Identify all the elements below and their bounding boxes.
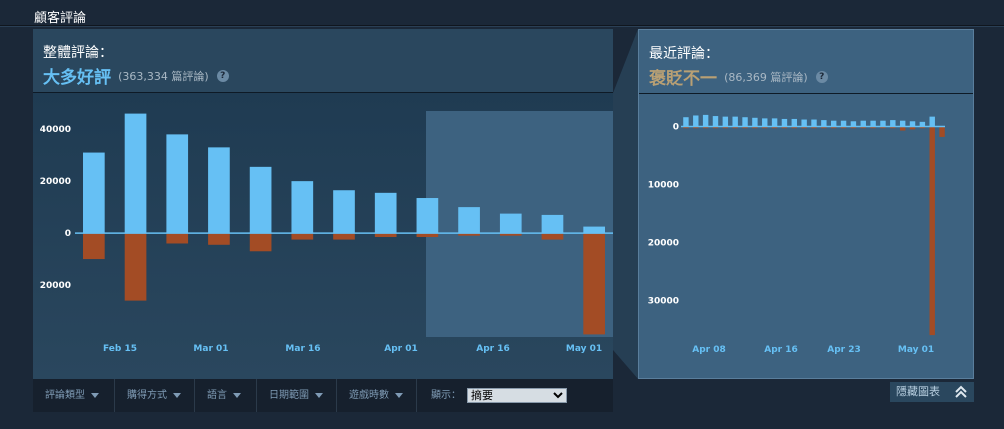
recent-positive-bar[interactable] — [722, 116, 729, 127]
recent-y-tick-label: 10000 — [648, 180, 679, 190]
hide-graph-button[interactable]: 隱藏圖表 — [890, 382, 974, 402]
recent-positive-bar[interactable] — [712, 116, 719, 127]
caret-down-icon — [315, 392, 323, 398]
display-select[interactable]: 摘要 — [467, 388, 567, 403]
recent-reviews-panel: 最近評論： 褒貶不一 (86,369 篇評論) ? 0 10000 20000 300… — [638, 29, 974, 379]
recent-positive-bar[interactable] — [821, 120, 827, 127]
recent-negative-bar[interactable] — [939, 126, 945, 137]
recent-positive-bar[interactable] — [781, 118, 788, 127]
recent-positive-bar[interactable] — [850, 121, 857, 127]
recent-positive-bar[interactable] — [791, 118, 798, 127]
recent-y-tick-label: 20000 — [648, 238, 679, 248]
recent-positive-bar[interactable] — [811, 119, 817, 127]
display-label: 顯示： — [431, 390, 461, 401]
filter-date-range[interactable]: 日期範圍 — [257, 379, 337, 412]
recent-positive-bar[interactable] — [693, 115, 699, 127]
filter-label: 購得方式 — [127, 390, 167, 401]
recent-positive-bar[interactable] — [890, 120, 896, 127]
recent-positive-bar[interactable] — [771, 118, 778, 127]
filter-language[interactable]: 語言 — [195, 379, 257, 412]
recent-y-tick-label: 0 — [673, 122, 679, 132]
filter-purchase-type[interactable]: 購得方式 — [115, 379, 195, 412]
filter-label: 語言 — [207, 390, 227, 401]
recent-positive-bar[interactable] — [752, 117, 758, 127]
recent-negative-bar[interactable] — [929, 126, 935, 336]
caret-down-icon — [395, 392, 403, 398]
filter-playtime[interactable]: 遊戲時數 — [337, 379, 417, 412]
hide-graph-label: 隱藏圖表 — [896, 385, 940, 398]
display-select-value: 摘要 — [471, 389, 493, 402]
recent-x-tick-label: Apr 23 — [827, 345, 861, 355]
recent-positive-bar[interactable] — [702, 114, 709, 127]
filter-review-type[interactable]: 評論類型 — [33, 379, 115, 412]
recent-positive-bar[interactable] — [899, 120, 906, 127]
double-chevron-up-icon — [955, 385, 967, 398]
caret-down-icon — [173, 392, 181, 398]
caret-down-icon — [91, 392, 99, 398]
recent-positive-bar[interactable] — [742, 117, 748, 127]
filter-label: 評論類型 — [45, 390, 85, 401]
recent-x-tick-label: Apr 08 — [692, 345, 726, 355]
filter-label: 遊戲時數 — [349, 390, 389, 401]
recent-positive-bar[interactable] — [870, 120, 876, 127]
recent-positive-bar[interactable] — [909, 121, 916, 127]
recent-y-tick-label: 30000 — [648, 296, 679, 306]
recent-positive-bar[interactable] — [732, 116, 738, 127]
recent-positive-bar[interactable] — [860, 120, 866, 127]
caret-down-icon — [233, 392, 241, 398]
recent-positive-bar[interactable] — [762, 118, 768, 127]
recent-positive-bar[interactable] — [929, 116, 935, 127]
recent-review-chart[interactable]: 0 10000 20000 30000 Apr 08 Apr 16 Apr 23 May 01 — [639, 30, 974, 379]
recent-x-tick-label: May 01 — [898, 345, 934, 355]
recent-positive-bar[interactable] — [801, 119, 807, 127]
recent-positive-bar[interactable] — [830, 120, 837, 127]
recent-x-tick-label: Apr 16 — [764, 345, 798, 355]
filter-label: 日期範圍 — [269, 390, 309, 401]
recent-positive-bar[interactable] — [880, 120, 886, 127]
review-filter-bar: 評論類型 購得方式 語言 日期範圍 遊戲時數 顯示： 摘要 — [33, 379, 613, 412]
recent-positive-bar[interactable] — [840, 120, 847, 127]
recent-positive-bar[interactable] — [683, 117, 689, 127]
chevron-down-icon — [553, 392, 563, 399]
